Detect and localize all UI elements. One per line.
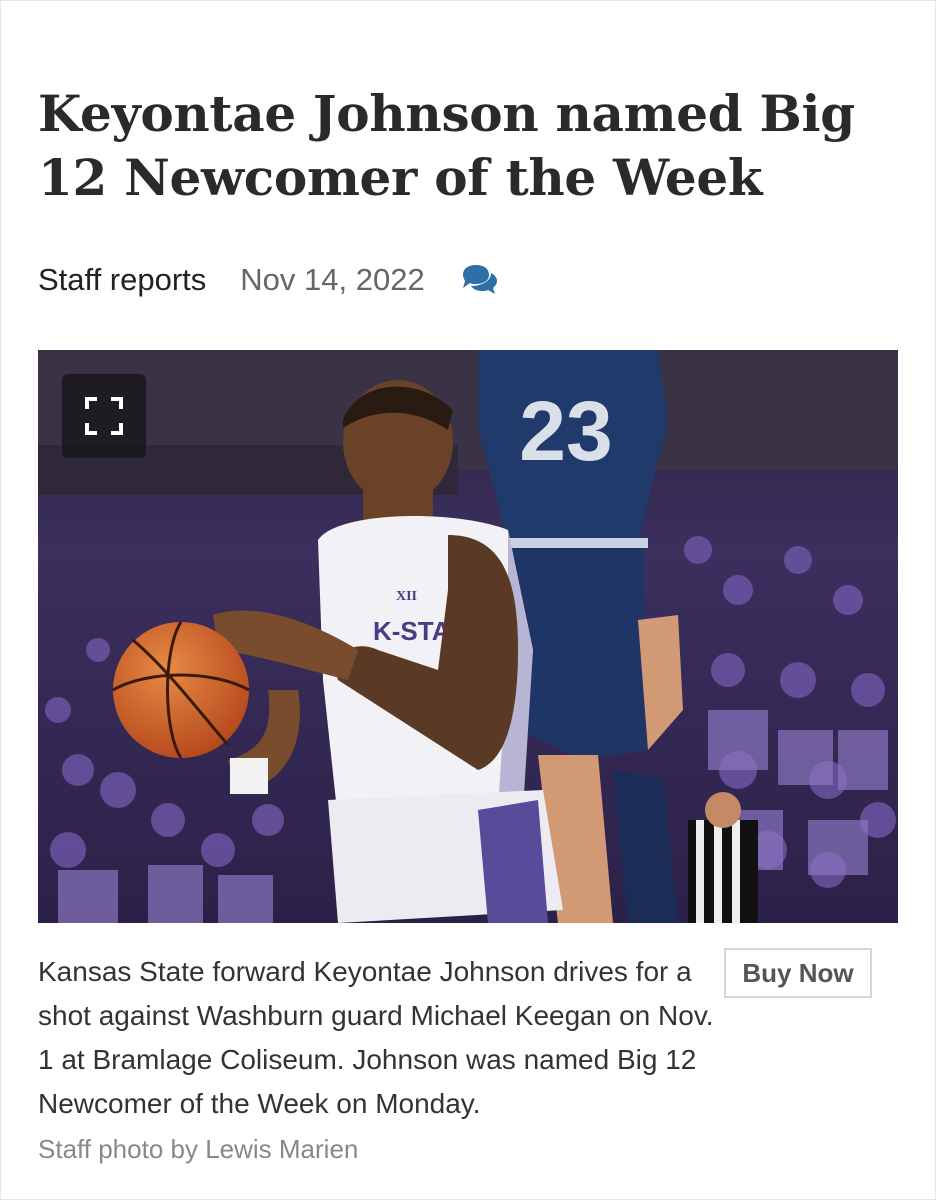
buy-now-button[interactable]: Buy Now — [724, 948, 872, 998]
byline: Staff reports Nov 14, 2022 — [38, 258, 499, 302]
comments-icon[interactable] — [459, 263, 499, 297]
author-name[interactable]: Staff reports — [38, 262, 206, 298]
conference-mark: XII — [396, 589, 417, 604]
article-headline: Keyontae Johnson named Big 12 Newcomer o… — [38, 84, 855, 207]
photo-credit: Staff photo by Lewis Marien — [38, 1134, 359, 1164]
basketball-photo-image: 23 K-STATE XII — [38, 350, 898, 923]
article-photo[interactable]: 23 K-STATE XII — [38, 350, 898, 923]
expand-icon — [85, 397, 123, 435]
publish-date: Nov 14, 2022 — [240, 262, 425, 297]
photo-caption: Kansas State forward Keyontae Johnson dr… — [38, 956, 714, 1119]
expand-photo-button[interactable] — [62, 374, 146, 458]
jersey-number: 23 — [519, 384, 612, 478]
